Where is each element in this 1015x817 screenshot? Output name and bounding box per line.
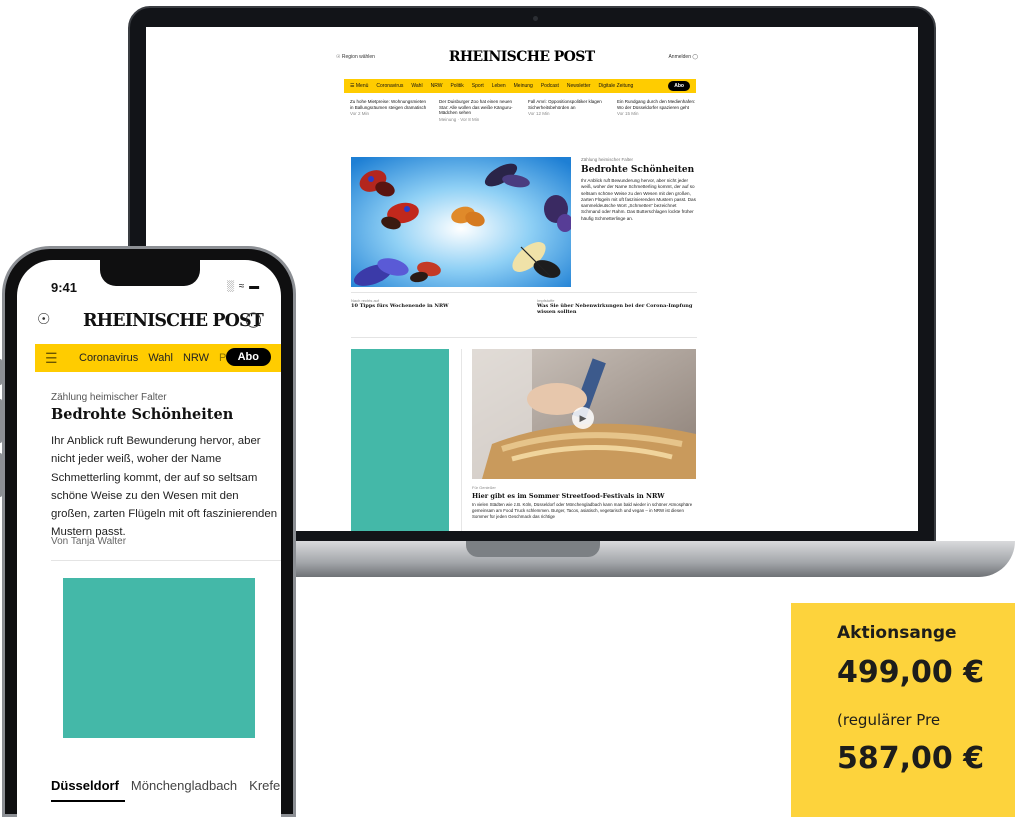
battery-icon: ▬ <box>249 281 261 292</box>
city-tabs: Düsseldorf Mönchengladbach Krefe <box>51 778 281 793</box>
teaser-meta: Vor 12 Min <box>528 111 550 116</box>
login-label: Anmelden <box>668 54 691 60</box>
menu-button[interactable]: ☰ Menü <box>350 83 368 89</box>
nav-item-nrw[interactable]: NRW <box>183 352 209 364</box>
sub-teaser-item[interactable]: Impfstoffe Was Sie über Nebenwirkungen b… <box>537 298 697 315</box>
play-icon[interactable]: ▶ <box>572 407 594 429</box>
teaser-meta: Vor 15 Min <box>617 111 639 116</box>
volume-down-button <box>0 453 2 497</box>
streetfood-article[interactable]: Für Genießer Hier gibt es im Sommer Stre… <box>472 485 696 520</box>
promo-regular-label: (regulärer Pre <box>837 711 941 729</box>
teaser-meta: Meinung · Vor 8 Min <box>439 116 480 122</box>
food-body: In vielen Städten wie z.B. Köln, Düsseld… <box>472 502 693 519</box>
abo-button[interactable]: Abo <box>225 348 271 366</box>
sub-teaser-title: 10 Tipps fürs Wochenende in NRW <box>351 303 449 309</box>
smartphone: 9:41 ░ ≈ ▬ ☉ RHEINISCHE POST ◯ ☰ Coronav… <box>0 246 296 817</box>
tab-duesseldorf[interactable]: Düsseldorf <box>51 778 119 793</box>
user-icon[interactable]: ◯ <box>245 310 262 328</box>
user-icon: ◯ <box>692 54 698 60</box>
butterfly-illustration <box>351 157 571 287</box>
promo-title: Aktionsange <box>837 623 957 643</box>
sub-teaser-item[interactable]: Nach rechts auf 10 Tipps fürs Wochenende… <box>351 298 511 315</box>
food-title: Hier gibt es im Sommer Streetfood-Festiv… <box>472 492 665 500</box>
phone-screen: 9:41 ░ ≈ ▬ ☉ RHEINISCHE POST ◯ ☰ Coronav… <box>17 260 281 817</box>
promo-box: Aktionsange 499,00 € (regulärer Pre 587,… <box>791 603 1015 817</box>
signal-icon: ░ <box>227 281 236 292</box>
phone-logo[interactable]: RHEINISCHE POST <box>83 311 264 331</box>
divider <box>351 337 697 338</box>
teaser-text: Ein Rundgang durch den Medienhafen: Wo d… <box>617 99 696 110</box>
hero-body: Ihr Anblick ruft Bewunderung hervor, abe… <box>581 178 696 221</box>
nav-item-politik[interactable]: Politik <box>450 83 463 89</box>
ad-placeholder <box>63 578 255 738</box>
teaser-item[interactable]: Ein Rundgang durch den Medienhafen: Wo d… <box>617 99 696 122</box>
laptop-trackpad-notch <box>466 541 600 557</box>
article-author: Von Tanja Walter <box>51 536 127 547</box>
camera-icon <box>533 16 538 21</box>
abo-button[interactable]: Abo <box>668 81 690 91</box>
location-pin-icon: ☉ <box>336 54 341 60</box>
divider <box>351 292 697 293</box>
promo-price: 499,00 € <box>837 655 985 690</box>
status-time: 9:41 <box>51 280 78 295</box>
promo-old-price: 587,00 € <box>837 741 985 776</box>
divider <box>51 560 281 561</box>
nav-item-nrw[interactable]: NRW <box>431 83 443 89</box>
teaser-text: Der Duisburger Zoo hat einen neuen Star:… <box>439 99 513 115</box>
product-mockup: ☉ Region wählen RHEINISCHE POST Anmelden… <box>0 0 1015 817</box>
food-kicker: Für Genießer <box>472 485 496 490</box>
teaser-strip: Zu hohe Mietpreise: Wohnungsmieten in Ba… <box>350 99 696 122</box>
teaser-meta: Vor 2 Min <box>350 111 370 116</box>
teaser-item[interactable]: Fall Amri: Oppositionspolitiker klagen S… <box>528 99 607 122</box>
nav-item-sport[interactable]: Sport <box>472 83 484 89</box>
nav-item-podcast[interactable]: Podcast <box>541 83 559 89</box>
nav-item-coronavirus[interactable]: Coronavirus <box>376 83 403 89</box>
volume-up-button <box>0 399 2 443</box>
phone-nav: ☰ Coronavirus Wahl NRW Po Abo <box>35 344 281 372</box>
phone-notch <box>100 260 200 286</box>
location-pin-icon[interactable]: ☉ <box>37 310 50 328</box>
hamburger-menu-icon[interactable]: ☰ <box>45 350 69 367</box>
site-header: ☉ Region wählen RHEINISCHE POST Anmelden… <box>336 47 698 67</box>
teaser-item[interactable]: Der Duisburger Zoo hat einen neuen Star:… <box>439 99 518 122</box>
article-title[interactable]: Bedrohte Schönheiten <box>51 406 233 423</box>
region-select[interactable]: ☉ Region wählen <box>336 54 375 60</box>
teaser-item[interactable]: Zu hohe Mietpreise: Wohnungsmieten in Ba… <box>350 99 429 122</box>
nav-item-newsletter[interactable]: Newsletter <box>567 83 591 89</box>
nav-item-digitale-zeitung[interactable]: Digitale Zeitung <box>599 83 634 89</box>
region-label: Region wählen <box>341 54 375 60</box>
nav-item-wahl[interactable]: Wahl <box>411 83 422 89</box>
ad-placeholder <box>351 349 449 531</box>
mute-switch <box>0 359 2 385</box>
butterfly-image[interactable] <box>351 157 571 287</box>
hero-title: Bedrohte Schönheiten <box>581 165 695 175</box>
phone-header: ☉ RHEINISCHE POST ◯ <box>17 308 281 338</box>
hero-article[interactable]: Zählung heimischer Falter Bedrohte Schön… <box>581 157 697 222</box>
site-logo[interactable]: RHEINISCHE POST <box>449 49 595 65</box>
article-kicker: Zählung heimischer Falter <box>51 392 167 403</box>
hero-kicker: Zählung heimischer Falter <box>581 157 634 162</box>
sub-teasers: Nach rechts auf 10 Tipps fürs Wochenende… <box>351 298 697 315</box>
sub-teaser-title: Was Sie über Nebenwirkungen bei der Coro… <box>537 303 693 315</box>
status-icons: ░ ≈ ▬ <box>227 281 260 292</box>
column-divider <box>461 349 462 531</box>
teaser-text: Zu hohe Mietpreise: Wohnungsmieten in Ba… <box>350 99 427 110</box>
active-tab-indicator <box>51 800 125 802</box>
nav-item-meinung[interactable]: Meinung <box>514 83 533 89</box>
tab-moenchengladbach[interactable]: Mönchengladbach <box>131 778 237 793</box>
nav-item-wahl[interactable]: Wahl <box>148 352 173 364</box>
teaser-text: Fall Amri: Oppositionspolitiker klagen S… <box>528 99 602 110</box>
wifi-icon: ≈ <box>238 281 246 292</box>
streetfood-video[interactable]: ▶ <box>472 349 696 479</box>
nav-item-leben[interactable]: Leben <box>492 83 506 89</box>
login-link[interactable]: Anmelden ◯ <box>668 54 698 60</box>
tab-krefeld[interactable]: Krefe <box>249 778 280 793</box>
menu-label: Menü <box>355 83 369 89</box>
article-body: Ihr Anblick ruft Bewunderung hervor, abe… <box>51 435 278 539</box>
nav-item-coronavirus[interactable]: Coronavirus <box>79 352 138 364</box>
site-nav: ☰ Menü Coronavirus Wahl NRW Politik Spor… <box>344 79 696 93</box>
